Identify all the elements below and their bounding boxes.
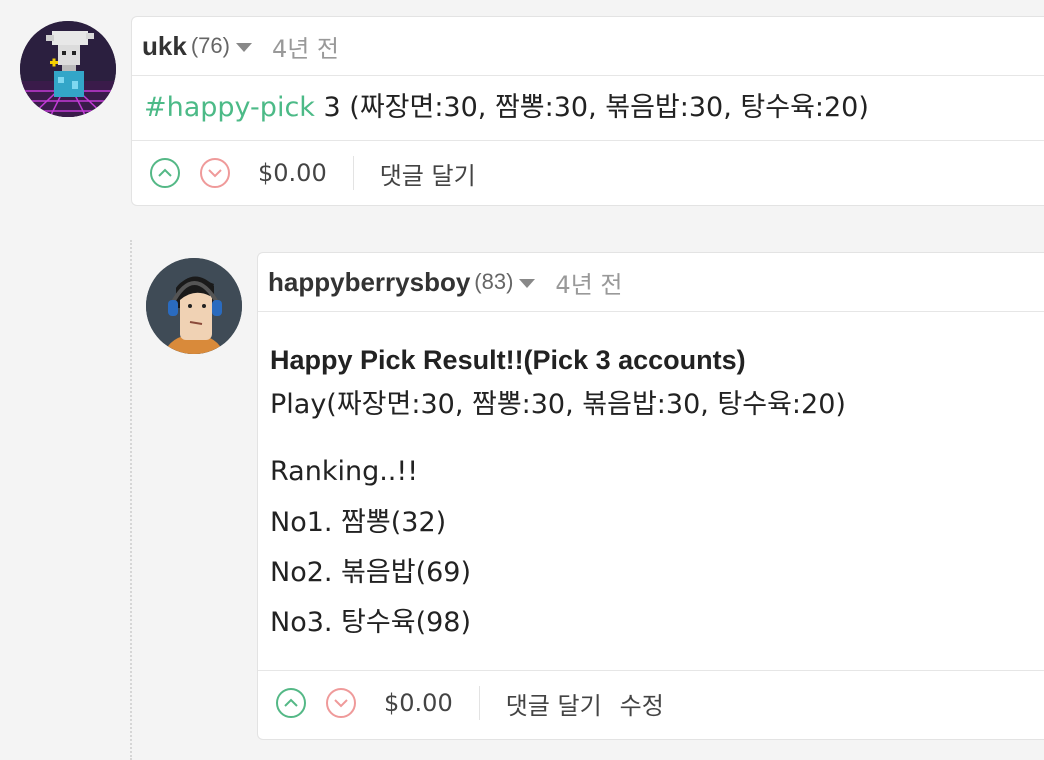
comment-text: #happy-pick 3 (짜장면:30, 짬뽕:30, 볶음밥:30, 탕수…: [144, 88, 869, 128]
chevron-up-icon: [158, 168, 172, 177]
author-name[interactable]: happyberrysboy: [268, 267, 470, 298]
upvote-button[interactable]: [150, 158, 180, 188]
result-heading: Happy Pick Result!!(Pick 3 accounts): [270, 345, 746, 375]
divider: [478, 686, 480, 720]
comment-timestamp[interactable]: 4년 전: [272, 29, 339, 64]
cartoon-person-headphones-avatar-icon: [146, 258, 242, 354]
downvote-button[interactable]: [326, 688, 356, 718]
comment-card-ukk: ukk (76) 4년 전 #happy-pick 3 (짜장면:30, 짬뽕:…: [131, 16, 1044, 206]
author-reputation: (76): [190, 33, 230, 58]
ranking-heading: Ranking..!!: [270, 456, 419, 487]
payout-value[interactable]: $0.00: [258, 159, 327, 187]
edit-button[interactable]: 수정: [620, 686, 664, 721]
chevron-down-icon: [334, 699, 348, 708]
comment-body: #happy-pick 3 (짜장면:30, 짬뽕:30, 볶음밥:30, 탕수…: [132, 76, 1044, 140]
play-line: Play(짜장면:30, 짬뽕:30, 볶음밥:30, 탕수육:20): [270, 389, 846, 420]
chevron-down-icon[interactable]: [519, 279, 536, 288]
payout-value[interactable]: $0.00: [384, 689, 453, 717]
upvote-button[interactable]: [276, 688, 306, 718]
author-reputation: (83): [474, 269, 514, 294]
avatar-happyberrysboy[interactable]: [146, 258, 242, 354]
pixel-art-avatar-icon: [20, 21, 116, 117]
comment-header: ukk (76) 4년 전: [132, 17, 1044, 76]
comment-body: Happy Pick Result!!(Pick 3 accounts) Pla…: [258, 312, 1044, 670]
hashtag-link[interactable]: #happy-pick: [144, 92, 315, 123]
comment-text-rest: 3 (짜장면:30, 짬뽕:30, 볶음밥:30, 탕수육:20): [314, 92, 869, 123]
divider: [352, 156, 354, 190]
comment-footer: $0.00 댓글 달기 수정: [258, 670, 1044, 735]
comment-footer: $0.00 댓글 달기: [132, 140, 1044, 205]
comment-timestamp[interactable]: 4년 전: [555, 265, 622, 300]
comment-header: happyberrysboy (83) 4년 전: [258, 253, 1044, 312]
ranking-item: No2. 볶음밥(69): [270, 557, 472, 588]
author-name[interactable]: ukk: [142, 31, 187, 62]
ranking-item: No3. 탕수육(98): [270, 607, 472, 638]
thread-line: [130, 240, 132, 760]
comment-card-happyberrysboy: happyberrysboy (83) 4년 전 Happy Pick Resu…: [257, 252, 1044, 740]
reply-button[interactable]: 댓글 달기: [380, 156, 476, 191]
ranking-item: No1. 짬뽕(32): [270, 507, 447, 538]
reply-button[interactable]: 댓글 달기: [506, 686, 602, 721]
chevron-down-icon: [208, 169, 222, 178]
downvote-button[interactable]: [200, 158, 230, 188]
chevron-down-icon[interactable]: [235, 43, 252, 52]
chevron-up-icon: [284, 698, 298, 707]
avatar-ukk[interactable]: [20, 21, 116, 117]
